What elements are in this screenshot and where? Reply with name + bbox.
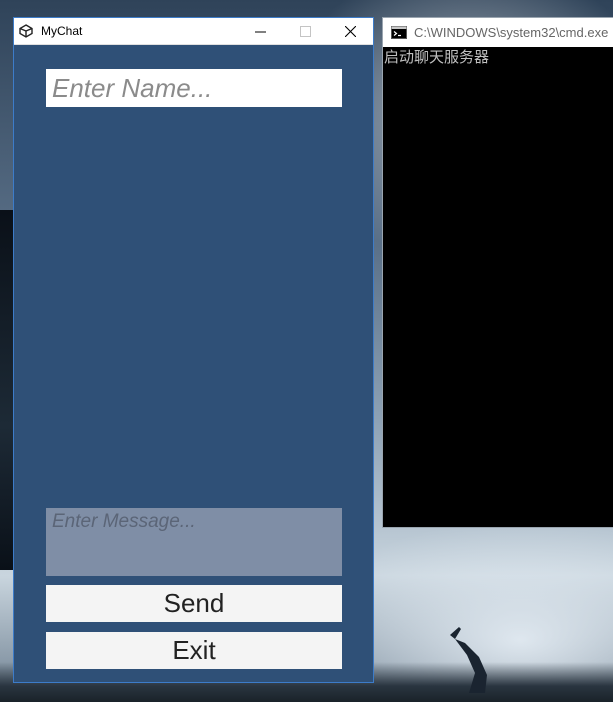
maximize-icon[interactable] [283, 18, 328, 44]
name-input[interactable] [46, 69, 342, 107]
cmd-title: C:\WINDOWS\system32\cmd.exe [414, 25, 609, 40]
wallpaper-figure [450, 627, 487, 693]
console-icon [391, 26, 407, 39]
mychat-titlebar[interactable]: MyChat [14, 18, 373, 45]
close-icon[interactable] [328, 18, 373, 44]
mychat-window: MyChat Send Exit [13, 17, 374, 683]
unity-logo-icon [18, 23, 34, 39]
minimize-icon[interactable] [238, 18, 283, 44]
cmd-titlebar[interactable]: C:\WINDOWS\system32\cmd.exe [383, 18, 613, 47]
send-button[interactable]: Send [46, 585, 342, 622]
cmd-window: C:\WINDOWS\system32\cmd.exe 启动聊天服务器 [382, 17, 613, 528]
cmd-output-line: 启动聊天服务器 [384, 48, 490, 66]
message-input[interactable] [46, 508, 342, 576]
exit-button[interactable]: Exit [46, 632, 342, 669]
window-title: MyChat [41, 24, 83, 38]
